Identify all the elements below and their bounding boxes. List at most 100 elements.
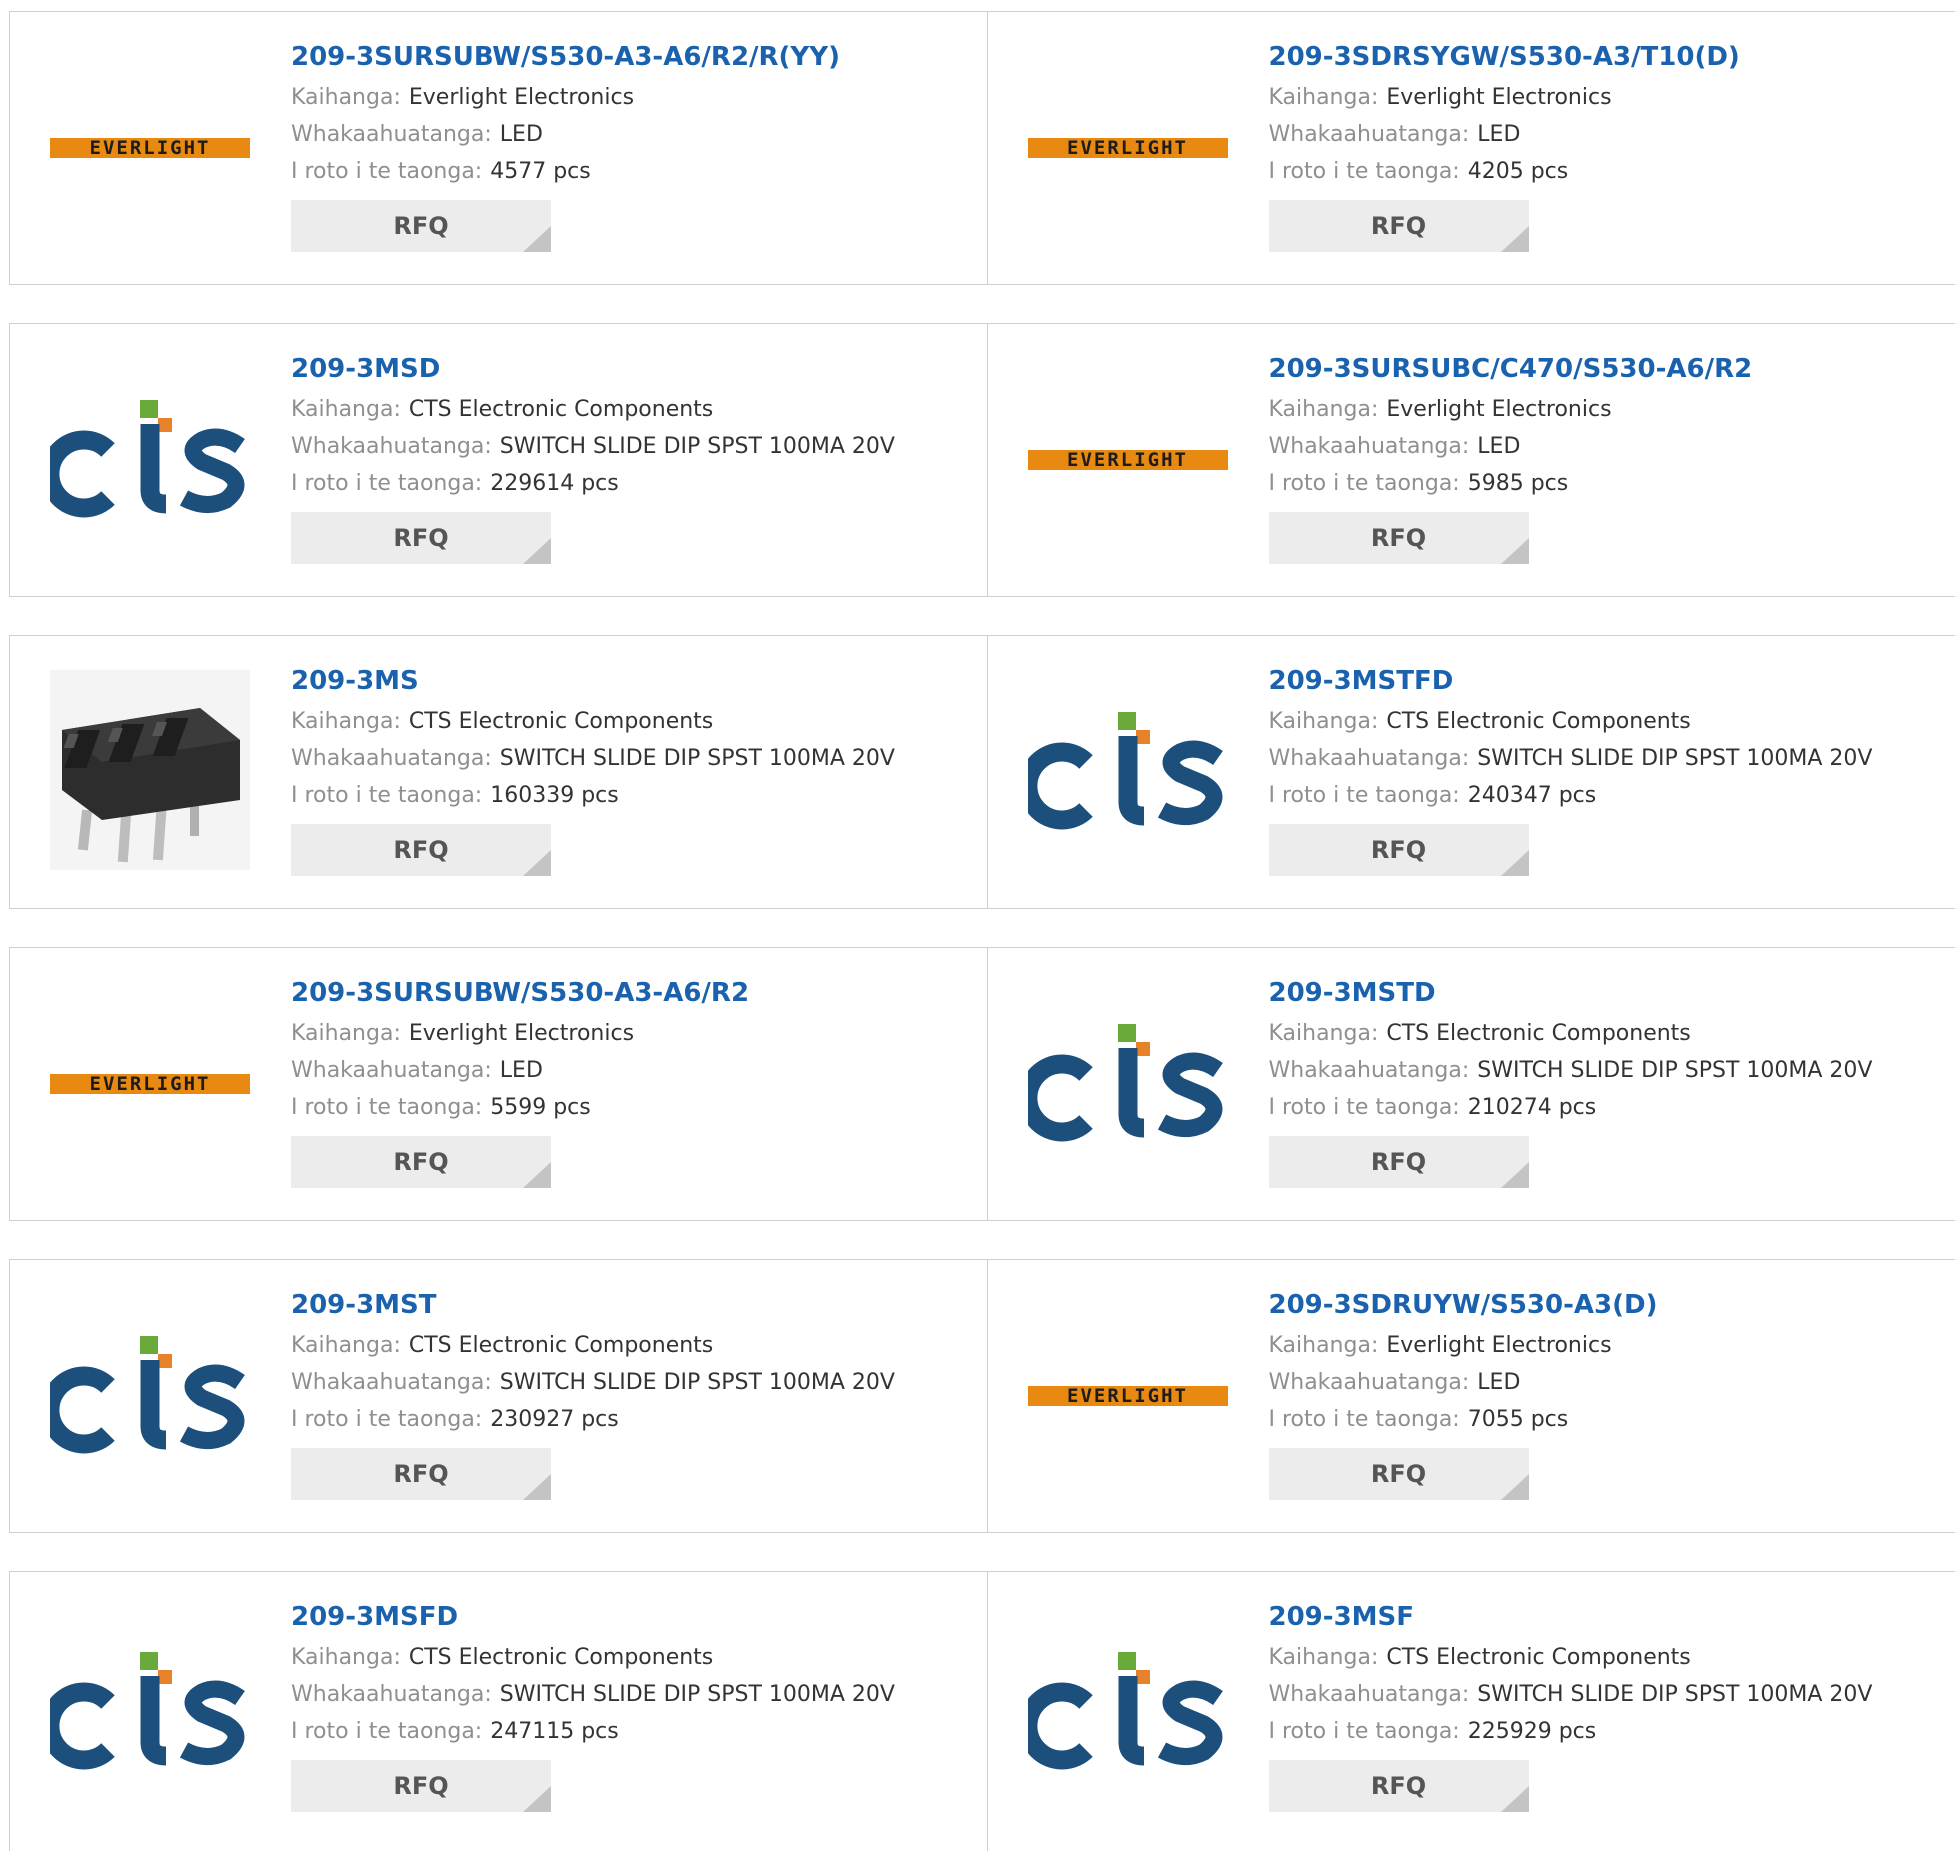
rfq-button[interactable]: RFQ <box>1269 824 1529 876</box>
manufacturer-value: CTS Electronic Components <box>409 397 713 422</box>
description-line: Whakaahuatanga:SWITCH SLIDE DIP SPST 100… <box>1269 1676 1873 1713</box>
cts-logo <box>1028 1650 1228 1774</box>
product-info: 209-3MSDKaihanga:CTS Electronic Componen… <box>291 351 895 564</box>
description-line: Whakaahuatanga:SWITCH SLIDE DIP SPST 100… <box>291 1676 895 1713</box>
description-line: Whakaahuatanga:LED <box>1269 116 1740 153</box>
product-image[interactable] <box>50 1296 250 1496</box>
description-label: Whakaahuatanga: <box>291 1370 492 1395</box>
cts-logo <box>50 1334 250 1458</box>
product-card: EVERLIGHT209-3SDRUYW/S530-A3(D)Kaihanga:… <box>987 1260 1955 1532</box>
product-title-link[interactable]: 209-3MS <box>291 663 895 699</box>
product-title-link[interactable]: 209-3MST <box>291 1287 895 1323</box>
product-title-link[interactable]: 209-3MSTFD <box>1269 663 1873 699</box>
product-row: 209-3MS Kaihanga: CTS Electronic Component… <box>9 635 1955 909</box>
corner-triangle-icon <box>1501 1786 1529 1812</box>
stock-label: I roto i te taonga: <box>1269 471 1460 496</box>
product-card: 209-3MS Kaihanga: CTS Electronic Component… <box>10 636 987 908</box>
description-value: LED <box>1477 1370 1520 1395</box>
product-title-link[interactable]: 209-3MSF <box>1269 1599 1873 1635</box>
stock-value: 5985 pcs <box>1468 471 1569 496</box>
rfq-button[interactable]: RFQ <box>291 512 551 564</box>
stock-label: I roto i te taonga: <box>1269 1719 1460 1744</box>
stock-label: I roto i te taonga: <box>291 1719 482 1744</box>
product-title-link[interactable]: 209-3SDRSYGW/S530-A3/T10(D) <box>1269 39 1740 75</box>
manufacturer-value: Everlight Electronics <box>1386 397 1611 422</box>
manufacturer-value: CTS Electronic Components <box>409 709 713 734</box>
manufacturer-line: Kaihanga:CTS Electronic Components <box>291 1327 895 1364</box>
product-title-link[interactable]: 209-3SDRUYW/S530-A3(D) <box>1269 1287 1658 1323</box>
product-title-link[interactable]: 209-3MSTD <box>1269 975 1873 1011</box>
product-title-link[interactable]: 209-3SURSUBW/S530-A3-A6/R2 <box>291 975 749 1011</box>
rfq-button[interactable]: RFQ <box>291 1760 551 1812</box>
rfq-button-label: RFQ <box>393 1460 448 1488</box>
stock-value: 230927 pcs <box>490 1407 619 1432</box>
everlight-logo: EVERLIGHT <box>1028 450 1228 470</box>
rfq-button[interactable]: RFQ <box>1269 1136 1529 1188</box>
product-card: 209-3MSFDKaihanga:CTS Electronic Compone… <box>10 1572 987 1851</box>
rfq-button[interactable]: RFQ <box>291 1136 551 1188</box>
product-title-link[interactable]: 209-3SURSUBW/S530-A3-A6/R2/R(YY) <box>291 39 840 75</box>
rfq-button[interactable]: RFQ <box>291 200 551 252</box>
product-row: 209-3MST Kaihanga:CTS Electronic Componen… <box>9 1259 1955 1533</box>
description-line: Whakaahuatanga:SWITCH SLIDE DIP SPST 100… <box>291 428 895 465</box>
everlight-logo: EVERLIGHT <box>50 1074 250 1094</box>
description-line: Whakaahuatanga:LED <box>291 116 840 153</box>
manufacturer-label: Kaihanga: <box>291 709 401 734</box>
rfq-button[interactable]: RFQ <box>1269 1448 1529 1500</box>
product-image[interactable] <box>50 360 250 560</box>
rfq-button-label: RFQ <box>393 836 448 864</box>
manufacturer-value: Everlight Electronics <box>409 1021 634 1046</box>
product-info: 209-3SURSUBW/S530-A3-A6/R2/R(YY) Kaihanga… <box>291 39 840 252</box>
description-label: Whakaahuatanga: <box>291 1682 492 1707</box>
manufacturer-value: Everlight Electronics <box>1386 1333 1611 1358</box>
stock-line: I roto i te taonga: 5985 pcs <box>1269 465 1753 502</box>
manufacturer-line: Kaihanga:Everlight Electronics <box>1269 391 1753 428</box>
rfq-button[interactable]: RFQ <box>291 824 551 876</box>
corner-triangle-icon <box>1501 1162 1529 1188</box>
stock-line: I roto i te taonga:4205 pcs <box>1269 153 1740 190</box>
everlight-logo: EVERLIGHT <box>1028 1386 1228 1406</box>
description-label: Whakaahuatanga: <box>291 122 492 147</box>
product-image[interactable] <box>1028 1612 1228 1812</box>
product-title-link[interactable]: 209-3SURSUBC/C470/S530-A6/R2 <box>1269 351 1753 387</box>
description-line: Whakaahuatanga:SWITCH SLIDE DIP SPST 100… <box>1269 1052 1873 1089</box>
description-label: Whakaahuatanga: <box>1269 746 1470 771</box>
product-image[interactable] <box>50 1612 250 1812</box>
product-image[interactable]: EVERLIGHT <box>1028 1296 1228 1496</box>
product-image[interactable]: EVERLIGHT <box>1028 48 1228 248</box>
product-title-link[interactable]: 209-3MSD <box>291 351 895 387</box>
rfq-button[interactable]: RFQ <box>1269 1760 1529 1812</box>
product-image[interactable] <box>1028 984 1228 1184</box>
product-card: 209-3MSDKaihanga:CTS Electronic Componen… <box>10 324 987 596</box>
stock-line: I roto i te taonga:5599 pcs <box>291 1089 749 1126</box>
description-line: Whakaahuatanga:LED <box>1269 428 1753 465</box>
stock-value: 7055 pcs <box>1468 1407 1569 1432</box>
product-card: 209-3MST Kaihanga:CTS Electronic Componen… <box>10 1260 987 1532</box>
description-label: Whakaahuatanga: <box>1269 1058 1470 1083</box>
product-title-link[interactable]: 209-3MSFD <box>291 1599 895 1635</box>
rfq-button[interactable]: RFQ <box>1269 200 1529 252</box>
rfq-button[interactable]: RFQ <box>1269 512 1529 564</box>
product-info: 209-3MST Kaihanga:CTS Electronic Componen… <box>291 1287 895 1500</box>
product-image[interactable]: EVERLIGHT <box>50 48 250 248</box>
product-info: 209-3MS Kaihanga: CTS Electronic Component… <box>291 663 895 876</box>
product-row: 209-3MSDKaihanga:CTS Electronic Componen… <box>9 323 1955 597</box>
manufacturer-line: Kaihanga:CTS Electronic Components <box>1269 1015 1873 1052</box>
product-card: EVERLIGHT209-3SDRSYGW/S530-A3/T10(D)Kaih… <box>987 12 1955 284</box>
product-info: 209-3MSTD Kaihanga:CTS Electronic Compone… <box>1269 975 1873 1188</box>
description-value: LED <box>500 1058 543 1083</box>
manufacturer-label: Kaihanga: <box>291 85 401 110</box>
product-image[interactable] <box>50 672 250 872</box>
product-card: EVERLIGHT 209-3SURSUBC/C470/S530-A6/R2 Kai… <box>987 324 1955 596</box>
product-image[interactable]: EVERLIGHT <box>1028 360 1228 560</box>
product-image[interactable] <box>1028 672 1228 872</box>
manufacturer-value: CTS Electronic Components <box>409 1333 713 1358</box>
stock-value: 160339 pcs <box>490 783 619 808</box>
everlight-logo: EVERLIGHT <box>1028 138 1228 158</box>
rfq-button[interactable]: RFQ <box>291 1448 551 1500</box>
rfq-button-label: RFQ <box>393 524 448 552</box>
description-line: Whakaahuatanga:SWITCH SLIDE DIP SPST 100… <box>1269 740 1873 777</box>
corner-triangle-icon <box>523 1786 551 1812</box>
product-image[interactable]: EVERLIGHT <box>50 984 250 1184</box>
corner-triangle-icon <box>523 850 551 876</box>
